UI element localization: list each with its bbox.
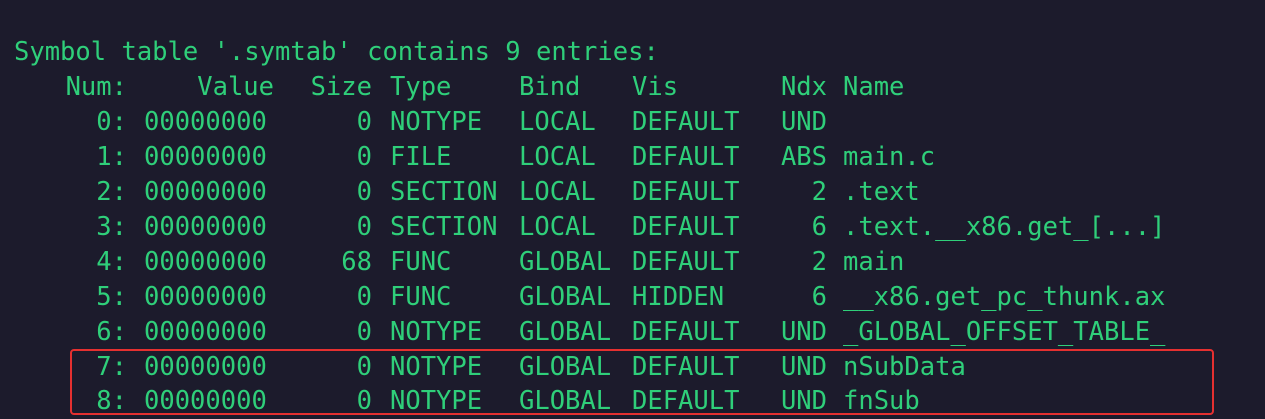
header-value: Value <box>197 72 274 102</box>
row-name: .text.__x86.get_[...] <box>843 212 1166 242</box>
row-size: 0 <box>356 212 372 242</box>
row-vis: DEFAULT <box>632 142 740 172</box>
row-bind: GLOBAL <box>519 282 612 312</box>
table-row: 3: 00000000 0 SECTION LOCAL DEFAULT 6 .t… <box>14 210 1165 245</box>
row-value: 00000000 <box>144 317 267 347</box>
row-bind: LOCAL <box>519 212 596 242</box>
row-ndx: UND <box>780 317 827 347</box>
row-size: 68 <box>341 247 372 277</box>
row-size: 0 <box>356 142 372 172</box>
row-vis: DEFAULT <box>632 317 740 347</box>
header-num: Num: <box>65 72 127 102</box>
row-value: 00000000 <box>144 247 267 277</box>
row-value: 00000000 <box>144 107 267 137</box>
row-name: .text <box>843 177 920 207</box>
row-size: 0 <box>356 317 372 347</box>
row-num: 0: <box>96 107 127 137</box>
row-num: 3: <box>96 212 127 242</box>
row-vis: DEFAULT <box>632 107 740 137</box>
row-value: 00000000 <box>144 142 267 172</box>
row-bind: LOCAL <box>519 107 596 137</box>
table-row: 2: 00000000 0 SECTION LOCAL DEFAULT 2 .t… <box>14 175 919 210</box>
row-type: FUNC <box>390 282 452 312</box>
row-bind: LOCAL <box>519 142 596 172</box>
row-ndx: 6 <box>811 282 827 312</box>
row-num: 1: <box>96 142 127 172</box>
row-type: SECTION <box>390 177 498 207</box>
row-type: FILE <box>390 142 452 172</box>
row-type: NOTYPE <box>390 317 483 347</box>
row-ndx: 6 <box>811 212 827 242</box>
symbol-table-heading: Symbol table '.symtab' contains 9 entrie… <box>14 37 659 67</box>
row-name: main.c <box>843 142 936 172</box>
header-vis: Vis <box>632 72 679 102</box>
column-header-row: Num: Value Size Type Bind Vis Ndx Name <box>14 70 905 105</box>
row-ndx: ABS <box>780 142 827 172</box>
row-name: _GLOBAL_OFFSET_TABLE_ <box>843 317 1166 347</box>
row-ndx: 2 <box>811 177 827 207</box>
row-ndx: 2 <box>811 247 827 277</box>
row-size: 0 <box>356 282 372 312</box>
row-value: 00000000 <box>144 282 267 312</box>
row-type: FUNC <box>390 247 452 277</box>
row-num: 4: <box>96 247 127 277</box>
header-bind: Bind <box>519 72 581 102</box>
row-bind: LOCAL <box>519 177 596 207</box>
header-name: Name <box>843 72 905 102</box>
row-size: 0 <box>356 177 372 207</box>
row-bind: GLOBAL <box>519 317 612 347</box>
row-vis: DEFAULT <box>632 212 740 242</box>
row-vis: DEFAULT <box>632 177 740 207</box>
row-size: 0 <box>356 107 372 137</box>
terminal-window: Symbol table '.symtab' contains 9 entrie… <box>0 0 1265 419</box>
highlight-box <box>70 349 1214 415</box>
row-name: main <box>843 247 905 277</box>
table-row: 6: 00000000 0 NOTYPE GLOBAL DEFAULT UND … <box>14 315 1165 350</box>
header-type: Type <box>390 72 452 102</box>
row-num: 2: <box>96 177 127 207</box>
row-num: 6: <box>96 317 127 347</box>
table-row: 4: 00000000 68 FUNC GLOBAL DEFAULT 2 mai… <box>14 245 904 280</box>
table-row-highlighted: 8: 00000000 0 NOTYPE GLOBAL DEFAULT UND … <box>14 384 919 419</box>
row-vis: DEFAULT <box>632 247 740 277</box>
table-row: 1: 00000000 0 FILE LOCAL DEFAULT ABS mai… <box>14 140 935 175</box>
table-row: 5: 00000000 0 FUNC GLOBAL HIDDEN 6 __x86… <box>14 280 1165 315</box>
row-name: __x86.get_pc_thunk.ax <box>843 282 1166 312</box>
table-row: 0: 00000000 0 NOTYPE LOCAL DEFAULT UND <box>14 105 827 140</box>
header-size: Size <box>310 72 372 102</box>
row-num: 5: <box>96 282 127 312</box>
row-type: NOTYPE <box>390 107 483 137</box>
row-vis: HIDDEN <box>632 282 725 312</box>
row-value: 00000000 <box>144 177 267 207</box>
table-row-highlighted: 7: 00000000 0 NOTYPE GLOBAL DEFAULT UND … <box>14 350 966 385</box>
row-bind: GLOBAL <box>519 247 612 277</box>
row-type: SECTION <box>390 212 498 242</box>
row-value: 00000000 <box>144 212 267 242</box>
header-ndx: Ndx <box>780 72 827 102</box>
row-ndx: UND <box>780 107 827 137</box>
